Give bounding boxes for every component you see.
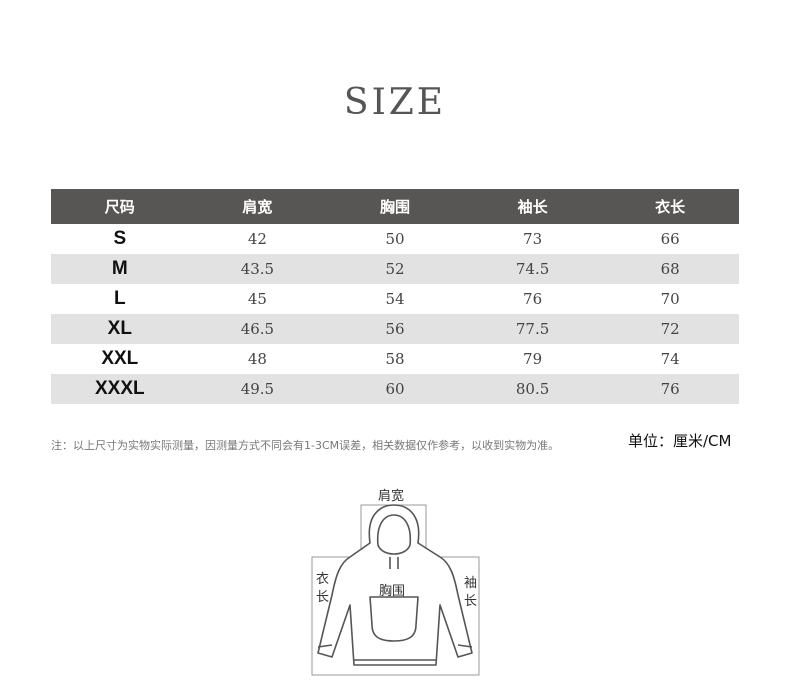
cell-sleeve: 76 bbox=[523, 290, 543, 308]
unit-label: 单位：厘米/CM bbox=[628, 432, 732, 450]
cell-size: XL bbox=[51, 314, 189, 344]
cell-length: 74 bbox=[660, 350, 680, 368]
page-title: SIZE bbox=[343, 82, 447, 123]
cell-chest: 58 bbox=[385, 350, 405, 368]
cell-length: 70 bbox=[660, 290, 680, 308]
measurement-note: 注：以上尺寸为实物实际测量，因测量方式不同会有1-3CM误差，相关数据仅作参考，… bbox=[51, 439, 560, 452]
cell-sleeve: 73 bbox=[523, 230, 543, 248]
cell-chest: 50 bbox=[385, 230, 405, 248]
table-row: XXXL 49.5 60 80.5 76 bbox=[51, 374, 739, 404]
table-row: XXL 48 58 79 74 bbox=[51, 344, 739, 374]
cell-shoulder: 42 bbox=[247, 230, 267, 248]
cell-length: 66 bbox=[660, 230, 680, 248]
diagram-length-label-bottom: 长 bbox=[316, 590, 329, 605]
cell-size: M bbox=[51, 254, 189, 284]
header-length: 衣长 bbox=[601, 189, 739, 224]
cell-shoulder: 43.5 bbox=[188, 254, 327, 284]
header-chest: 胸围 bbox=[326, 189, 464, 224]
cell-chest: 54 bbox=[385, 290, 405, 308]
cell-sleeve: 74.5 bbox=[463, 254, 602, 284]
diagram-sleeve-label-top: 袖 bbox=[464, 576, 477, 591]
diagram-chest-label: 胸围 bbox=[379, 584, 405, 599]
diagram-sleeve-label-bottom: 长 bbox=[464, 594, 477, 609]
diagram-length-label-top: 衣 bbox=[316, 571, 329, 587]
cell-size: S bbox=[113, 228, 127, 249]
cell-shoulder: 48 bbox=[247, 350, 267, 368]
cell-sleeve: 79 bbox=[523, 350, 543, 368]
table-row: L 45 54 76 70 bbox=[51, 284, 739, 314]
header-shoulder: 肩宽 bbox=[188, 189, 327, 224]
cell-shoulder: 45 bbox=[247, 290, 267, 308]
size-table: 尺码 肩宽 胸围 袖长 衣长 S 42 50 73 66 M 43.5 52 7… bbox=[51, 189, 739, 404]
diagram-shoulder-label: 肩宽 bbox=[378, 488, 404, 504]
table-header-row: 尺码 肩宽 胸围 袖长 衣长 bbox=[51, 189, 739, 224]
cell-size: XXXL bbox=[51, 374, 189, 404]
cell-chest: 52 bbox=[326, 254, 464, 284]
cell-sleeve: 77.5 bbox=[463, 314, 602, 344]
cell-length: 68 bbox=[601, 254, 739, 284]
table-row: M 43.5 52 74.5 68 bbox=[51, 254, 739, 284]
cell-sleeve: 80.5 bbox=[463, 374, 602, 404]
cell-chest: 60 bbox=[326, 374, 464, 404]
cell-size: XXL bbox=[101, 348, 139, 369]
cell-length: 76 bbox=[601, 374, 739, 404]
header-sleeve: 袖长 bbox=[463, 189, 602, 224]
cell-shoulder: 46.5 bbox=[188, 314, 327, 344]
cell-length: 72 bbox=[601, 314, 739, 344]
cell-shoulder: 49.5 bbox=[188, 374, 327, 404]
hoodie-measurement-diagram: 肩宽 衣 长 胸围 袖 长 bbox=[311, 488, 480, 676]
cell-size: L bbox=[113, 288, 126, 309]
table-row: S 42 50 73 66 bbox=[51, 224, 739, 254]
header-size: 尺码 bbox=[51, 189, 189, 224]
table-row: XL 46.5 56 77.5 72 bbox=[51, 314, 739, 344]
cell-chest: 56 bbox=[326, 314, 464, 344]
